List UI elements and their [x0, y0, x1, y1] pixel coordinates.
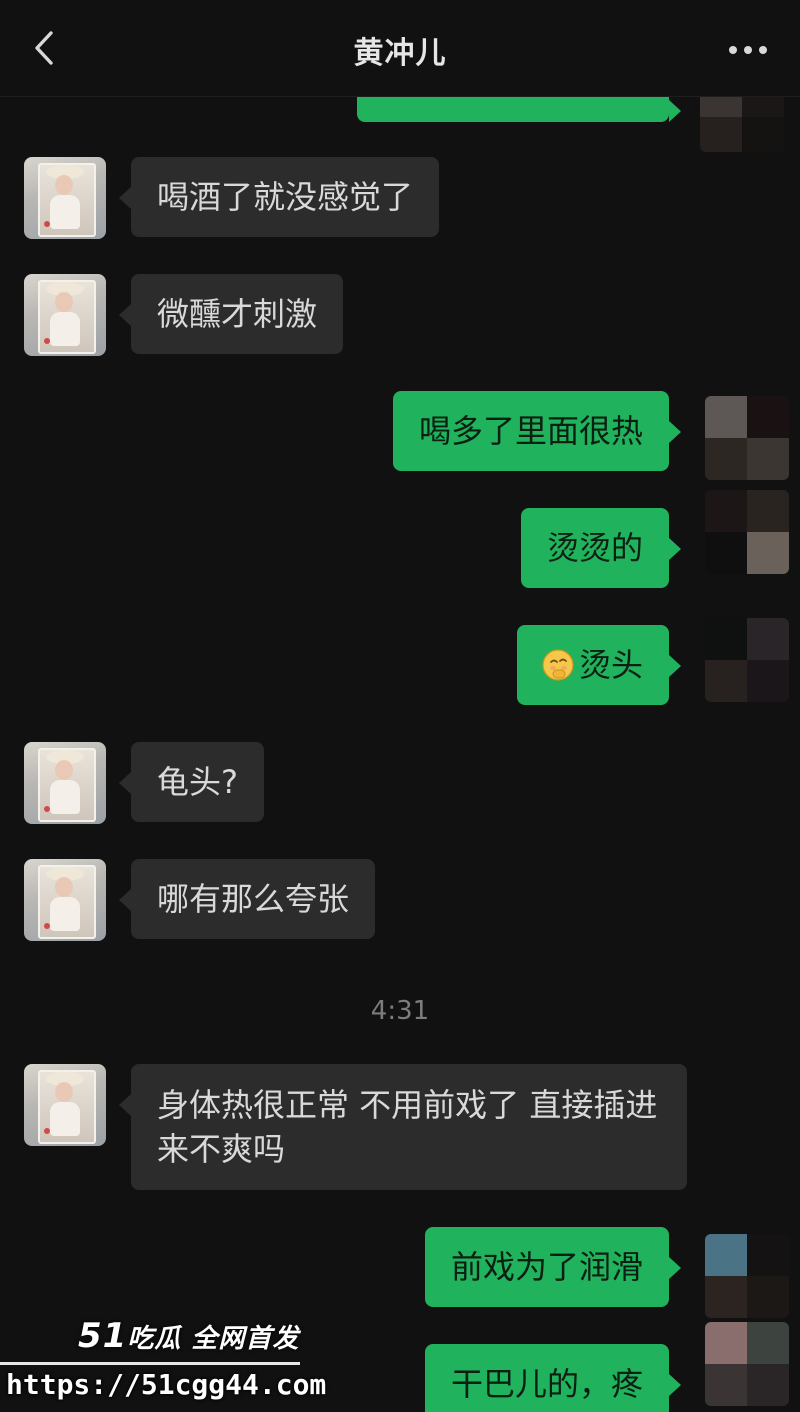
message-bubble-outgoing[interactable]: 烫头 [516, 625, 682, 705]
message-timestamp: 4:31 [370, 996, 430, 1026]
contact-avatar[interactable] [24, 274, 106, 356]
my-avatar[interactable] [705, 1322, 789, 1406]
watermark-brand: 51吃瓜 全网首发 [78, 1316, 300, 1356]
message-bubble-incoming[interactable]: 身体热很正常 不用前戏了 直接插进来不爽吗 [119, 1064, 687, 1190]
message-text: 烫烫的 [546, 529, 643, 567]
message-text: 哪有那么夸张 [157, 880, 350, 918]
message-text: 前戏为了润滑 [450, 1248, 643, 1286]
site-watermark: 51吃瓜 全网首发 https://51cgg44.com [0, 1310, 326, 1412]
message-text: 身体热很正常 不用前戏了 直接插进来不爽吗 [157, 1086, 658, 1168]
message-text: 烫头 [578, 646, 643, 684]
message-text: 喝酒了就没感觉了 [157, 178, 414, 216]
message-text: 干巴儿的，疼 [450, 1365, 643, 1403]
message-bubble-incoming[interactable]: 哪有那么夸张 [118, 859, 376, 939]
message-text: 微醺才刺激 [157, 295, 318, 333]
message-text: 龟头? [157, 763, 238, 801]
my-avatar[interactable] [705, 396, 789, 480]
watermark-url: https://51cgg44.com [6, 1368, 327, 1401]
chat-screen: 黄冲儿 喝酒了就没感觉了 微醺才刺激 喝多了里面很热 烫烫的 烫头 龟头? 哪有… [0, 0, 800, 1412]
contact-avatar[interactable] [24, 859, 106, 941]
message-bubble-outgoing[interactable]: 前戏为了润滑 [424, 1227, 682, 1307]
watermark-divider [0, 1362, 300, 1365]
message-bubble-incoming[interactable]: 龟头? [119, 742, 264, 822]
my-avatar[interactable] [705, 490, 789, 574]
chat-header: 黄冲儿 [0, 0, 800, 97]
message-bubble-outgoing[interactable]: 喝多了里面很热 [392, 391, 682, 471]
message-text: 喝多了里面很热 [418, 412, 643, 450]
my-avatar[interactable] [705, 1234, 789, 1318]
message-bubble-outgoing[interactable]: 干巴儿的，疼 [424, 1344, 682, 1412]
message-bubble-outgoing[interactable]: 烫烫的 [520, 508, 682, 588]
more-options-button[interactable] [726, 28, 770, 72]
message-bubble-incoming[interactable]: 微醺才刺激 [118, 274, 344, 354]
contact-avatar[interactable] [24, 157, 106, 239]
contact-avatar[interactable] [24, 742, 106, 824]
contact-avatar[interactable] [24, 1064, 106, 1146]
message-bubble-incoming[interactable]: 喝酒了就没感觉了 [118, 157, 440, 237]
shy-face-emoji-icon [542, 649, 574, 681]
chat-title: 黄冲儿 [353, 36, 447, 71]
more-dots-icon [729, 46, 767, 54]
my-avatar[interactable] [705, 618, 789, 702]
